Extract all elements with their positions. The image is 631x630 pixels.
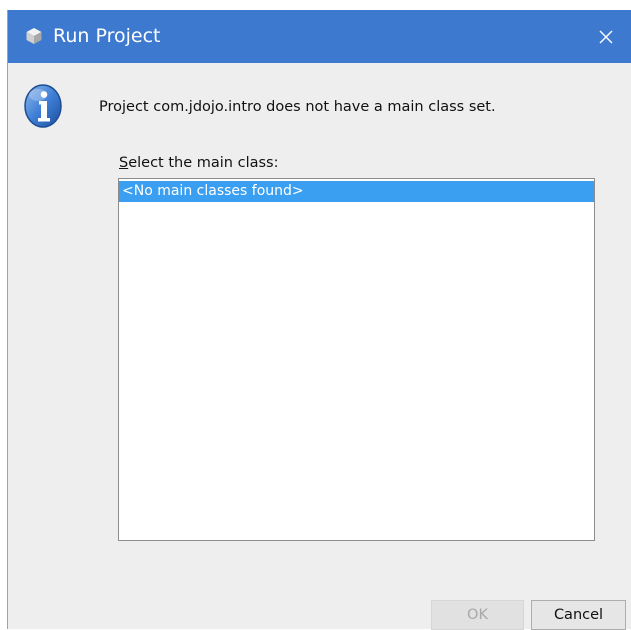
message-text: Project com.jdojo.intro does not have a … [99,99,496,115]
label-text: elect the main class: [128,155,279,171]
window-title: Run Project [53,25,161,47]
ok-button[interactable]: OK [431,600,524,630]
cancel-button[interactable]: Cancel [531,600,626,630]
list-item-selected[interactable]: <No main classes found> [119,181,594,202]
cube-icon [26,28,42,44]
main-class-list[interactable]: <No main classes found> [118,178,595,541]
label-mnemonic: S [119,155,129,171]
close-button[interactable] [581,10,631,63]
title-bar[interactable]: Run Project [8,10,631,63]
info-icon [24,84,62,128]
run-project-dialog: Run Project Project com.jdojo.intro does… [7,10,631,630]
close-icon [599,30,613,43]
main-class-label: Select the main class: [119,155,278,171]
